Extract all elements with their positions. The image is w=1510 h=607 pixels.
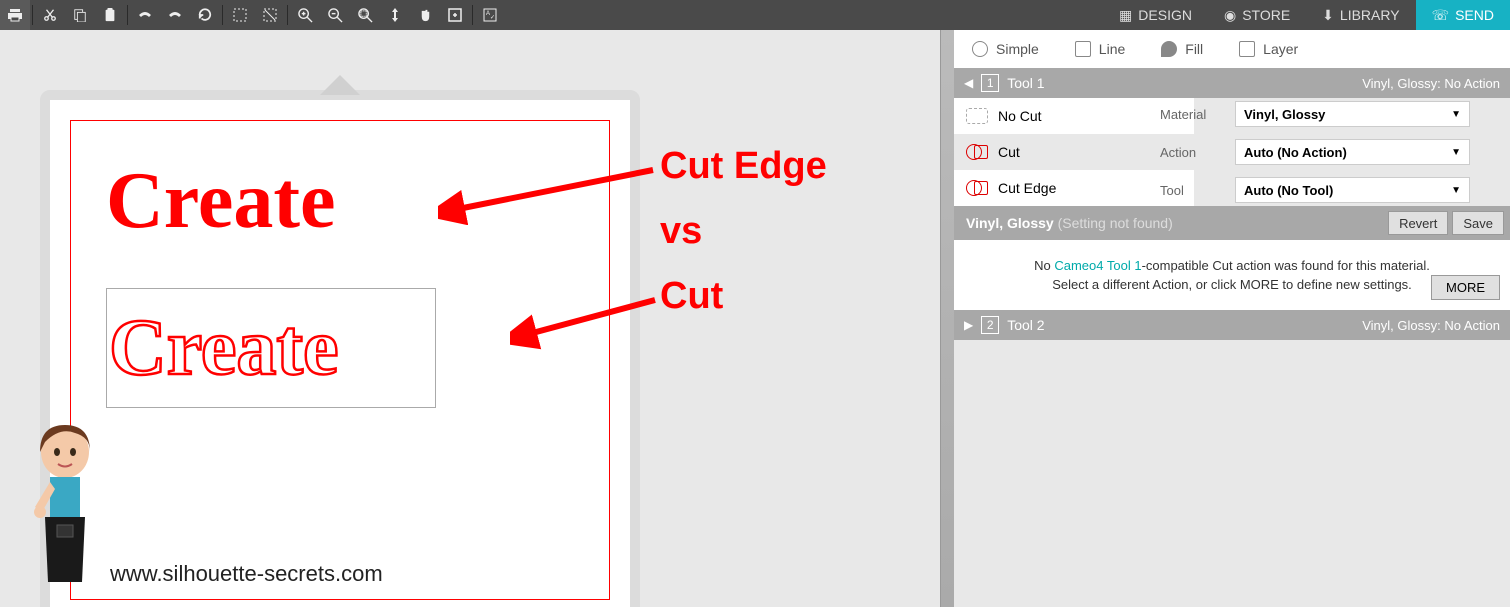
svg-text:✓: ✓: [490, 15, 495, 21]
tool1-status: Vinyl, Glossy: No Action: [1362, 76, 1500, 91]
tool-label: Tool 2: [1007, 317, 1044, 333]
tool-link: Cameo4 Tool 1: [1054, 258, 1141, 273]
tool-number: 1: [981, 74, 999, 92]
tool-number: 2: [981, 316, 999, 334]
material-label: Material: [1160, 107, 1235, 122]
cut-option[interactable]: Cut: [954, 134, 1194, 170]
tool-label: Tool: [1160, 183, 1235, 198]
send-icon: ☏: [1432, 7, 1450, 24]
setting-status-bar: Vinyl, Glossy (Setting not found) Revert…: [954, 206, 1510, 240]
settings-column: Material Vinyl, Glossy▼ Action Auto (No …: [1160, 95, 1470, 209]
download-icon: ⬇: [1322, 7, 1334, 24]
canvas-area: Create Create Cut Edge vs Cut: [0, 30, 940, 607]
tab-label: Layer: [1263, 41, 1298, 57]
fill-tab[interactable]: Fill: [1143, 30, 1221, 68]
canvas-scrollbar[interactable]: [940, 30, 954, 607]
cut-edge-icon: [966, 180, 988, 196]
watermark: www.silhouette-secrets.com: [110, 561, 383, 587]
chevron-down-icon: ▼: [1451, 109, 1461, 120]
no-cut-icon: [966, 108, 988, 124]
toolbar-icons: A✓: [0, 0, 505, 30]
cut-options-list: No Cut Cut Cut Edge: [954, 98, 1194, 206]
action-dropdown[interactable]: Auto (No Action)▼: [1235, 139, 1470, 165]
annotation-vs: vs: [660, 210, 702, 253]
option-label: Cut: [998, 144, 1020, 160]
expand-right-icon: ▶: [964, 318, 973, 332]
save-button[interactable]: Save: [1452, 211, 1504, 235]
fill-icon: [1161, 41, 1177, 57]
cut-icon: [966, 144, 988, 160]
circle-icon: [972, 41, 988, 57]
revert-button[interactable]: Revert: [1388, 211, 1448, 235]
sub-tabs: Simple Line Fill Layer: [954, 30, 1510, 68]
design-selection[interactable]: Create: [106, 288, 436, 408]
tab-label: Simple: [996, 41, 1039, 57]
tab-label: STORE: [1242, 7, 1290, 23]
tool1-header[interactable]: ◀ 1 Tool 1 Vinyl, Glossy: No Action: [954, 68, 1510, 98]
option-label: Cut Edge: [998, 180, 1056, 196]
annotation-cut: Cut: [660, 275, 723, 318]
design-tab[interactable]: ▦ DESIGN: [1103, 0, 1208, 30]
tool-label: Tool 1: [1007, 75, 1044, 91]
cut-icon[interactable]: [35, 0, 65, 30]
tab-label: Line: [1099, 41, 1125, 57]
tab-label: DESIGN: [1138, 7, 1192, 23]
preferences-icon[interactable]: A✓: [475, 0, 505, 30]
line-tab[interactable]: Line: [1057, 30, 1143, 68]
more-button[interactable]: MORE: [1431, 275, 1500, 300]
material-name: Vinyl, Glossy: [966, 215, 1054, 231]
tool-dropdown[interactable]: Auto (No Tool)▼: [1235, 177, 1470, 203]
no-cut-option[interactable]: No Cut: [954, 98, 1194, 134]
layer-tab[interactable]: Layer: [1221, 30, 1316, 68]
setting-not-found: (Setting not found): [1058, 215, 1173, 231]
print-icon[interactable]: [0, 0, 30, 30]
top-toolbar: A✓ ▦ DESIGN ◉ STORE ⬇ LIBRARY ☏ SEND: [0, 0, 1510, 30]
store-icon: ◉: [1224, 7, 1236, 24]
chevron-down-icon: ▼: [1451, 185, 1461, 196]
zoom-out-icon[interactable]: [320, 0, 350, 30]
character-avatar: [20, 417, 110, 597]
line-icon: [1075, 41, 1091, 57]
tool2-status: Vinyl, Glossy: No Action: [1362, 318, 1500, 333]
copy-icon[interactable]: [65, 0, 95, 30]
library-tab[interactable]: ⬇ LIBRARY: [1306, 0, 1415, 30]
refresh-icon[interactable]: [190, 0, 220, 30]
undo-icon[interactable]: [130, 0, 160, 30]
tab-label: SEND: [1455, 7, 1494, 23]
deselect-icon[interactable]: [255, 0, 285, 30]
paste-icon[interactable]: [95, 0, 125, 30]
collapse-left-icon: ◀: [964, 76, 973, 90]
tab-label: Fill: [1185, 41, 1203, 57]
main-tabs: ▦ DESIGN ◉ STORE ⬇ LIBRARY ☏ SEND: [1103, 0, 1510, 30]
grid-icon: ▦: [1119, 7, 1132, 24]
simple-tab[interactable]: Simple: [954, 30, 1057, 68]
mat-handle-icon: [320, 75, 360, 95]
send-tab[interactable]: ☏ SEND: [1416, 0, 1510, 30]
arrow-cut-icon: [510, 295, 660, 355]
option-label: No Cut: [998, 108, 1042, 124]
redo-icon[interactable]: [160, 0, 190, 30]
chevron-down-icon: ▼: [1451, 147, 1461, 158]
select-all-icon[interactable]: [225, 0, 255, 30]
cut-edge-option[interactable]: Cut Edge: [954, 170, 1194, 206]
zoom-drag-icon[interactable]: [380, 0, 410, 30]
store-tab[interactable]: ◉ STORE: [1208, 0, 1306, 30]
fit-page-icon[interactable]: [440, 0, 470, 30]
arrow-cutedge-icon: [438, 165, 658, 225]
action-label: Action: [1160, 145, 1235, 160]
material-dropdown[interactable]: Vinyl, Glossy▼: [1235, 101, 1470, 127]
design-text-cut[interactable]: Create: [109, 303, 339, 394]
zoom-selection-icon[interactable]: [350, 0, 380, 30]
warning-message: No Cameo4 Tool 1-compatible Cut action w…: [954, 240, 1510, 310]
pan-icon[interactable]: [410, 0, 440, 30]
design-text-cutedge[interactable]: Create: [106, 156, 336, 247]
layer-icon: [1239, 41, 1255, 57]
zoom-in-icon[interactable]: [290, 0, 320, 30]
tab-label: LIBRARY: [1340, 7, 1400, 23]
tool2-header[interactable]: ▶ 2 Tool 2 Vinyl, Glossy: No Action: [954, 310, 1510, 340]
annotation-cutedge: Cut Edge: [660, 145, 827, 188]
